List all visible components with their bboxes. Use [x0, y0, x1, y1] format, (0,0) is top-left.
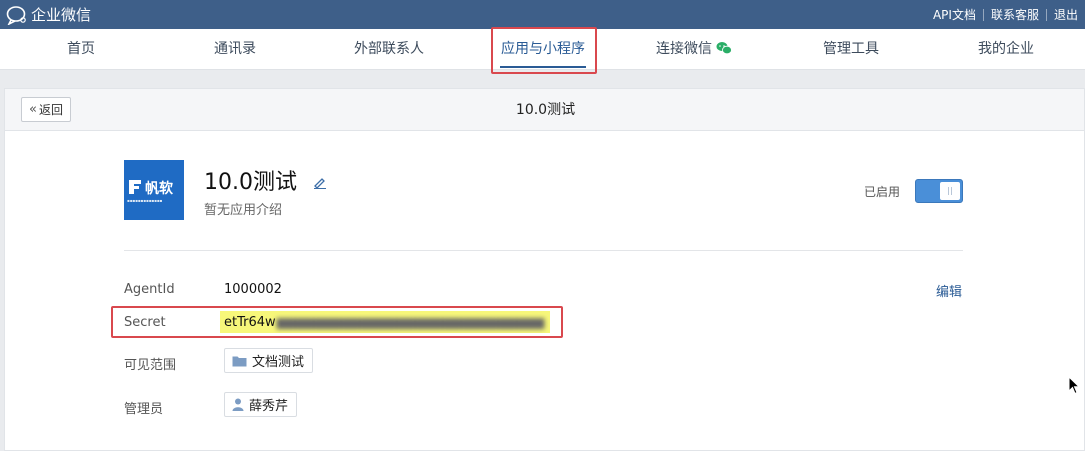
top-bar: 企业微信 API文档 联系客服 退出	[0, 0, 1085, 29]
secret-redacted: ▆▆▆▆▆▆▆▆▆▆▆▆▆▆▆▆▆▆▆▆▆▆▆▆▆▆▆▆▆	[276, 315, 545, 329]
agentid-label: AgentId	[124, 282, 175, 297]
nav-home[interactable]: 首页	[64, 29, 98, 69]
agentid-value: 1000002	[224, 282, 282, 297]
app-name: 10.0测试	[204, 170, 297, 195]
mouse-cursor-icon	[1068, 376, 1081, 395]
contact-support-link[interactable]: 联系客服	[984, 6, 1046, 23]
wechat-icon	[716, 41, 732, 54]
logo-text: 企业微信	[31, 6, 92, 24]
nav-connect-wechat[interactable]: 连接微信	[656, 29, 740, 69]
wecom-logo[interactable]: 企业微信	[6, 4, 91, 25]
nav-external-contacts[interactable]: 外部联系人	[352, 29, 426, 69]
secret-visible-text: etTr64w	[224, 314, 276, 330]
visibility-chip[interactable]: 文档测试	[224, 348, 314, 373]
secret-label: Secret	[124, 315, 166, 330]
app-description: 暂无应用介绍	[204, 203, 283, 218]
user-icon	[232, 398, 244, 411]
back-button-label: 返回	[38, 103, 63, 117]
nav-management-tools[interactable]: 管理工具	[820, 29, 882, 69]
api-docs-link[interactable]: API文档	[926, 6, 983, 23]
chat-bubble-icon	[6, 5, 26, 25]
toggle-knob	[940, 182, 960, 200]
app-logo: 帆软 ▪▪▪▪▪▪▪▪▪▪▪▪▪	[124, 160, 184, 220]
app-detail-panel: 10.0测试 « 返回 帆软 ▪▪▪▪▪▪▪▪▪▪▪▪▪ 10.0测试 暂无应用…	[4, 88, 1085, 451]
app-logo-brand: 帆软	[145, 181, 173, 197]
nav-apps-miniprograms[interactable]: 应用与小程序	[498, 29, 588, 69]
enable-toggle[interactable]	[915, 179, 963, 203]
double-chevron-left-icon: «	[29, 102, 37, 117]
main-nav: 首页 通讯录 外部联系人 应用与小程序 连接微信 管理工具 我的企业	[0, 29, 1085, 70]
secret-value[interactable]: etTr64w ▆▆▆▆▆▆▆▆▆▆▆▆▆▆▆▆▆▆▆▆▆▆▆▆▆▆▆▆▆	[220, 311, 550, 333]
app-logo-slogan: ▪▪▪▪▪▪▪▪▪▪▪▪▪	[127, 198, 163, 203]
pencil-icon[interactable]	[313, 175, 327, 189]
nav-connect-wechat-label: 连接微信	[656, 41, 712, 57]
back-button[interactable]: « 返回	[21, 97, 71, 122]
section-divider	[124, 250, 963, 251]
panel-header: 10.0测试 « 返回	[5, 89, 1084, 131]
status-label: 已启用	[864, 185, 901, 199]
admin-chip-label: 薛秀芹	[249, 399, 289, 414]
active-tab-indicator	[500, 66, 586, 68]
visibility-chip-label: 文档测试	[252, 355, 305, 370]
admin-chip[interactable]: 薛秀芹	[224, 392, 298, 417]
page-title: 10.0测试	[515, 102, 576, 118]
top-links: API文档 联系客服 退出	[926, 0, 1085, 29]
fanruan-logo-mark-icon	[129, 180, 141, 194]
logout-link[interactable]: 退出	[1047, 6, 1085, 23]
nav-my-enterprise[interactable]: 我的企业	[975, 29, 1037, 69]
admin-label: 管理员	[124, 402, 164, 417]
visibility-label: 可见范围	[124, 358, 177, 373]
folder-icon	[232, 356, 247, 366]
edit-link[interactable]: 编辑	[936, 281, 962, 300]
nav-contacts[interactable]: 通讯录	[212, 29, 258, 69]
